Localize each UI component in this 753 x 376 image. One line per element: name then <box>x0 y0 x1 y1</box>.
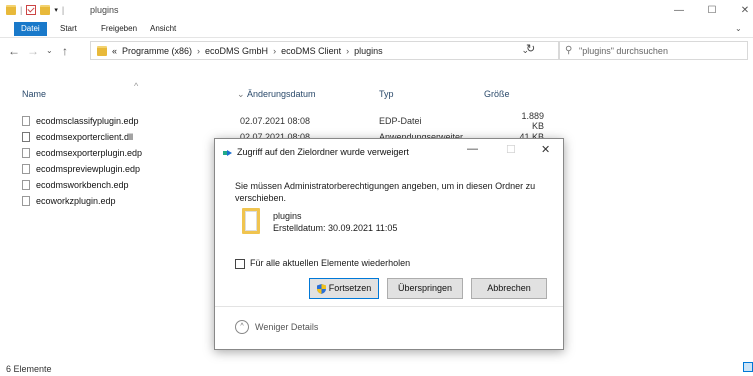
breadcrumb[interactable]: « Programme (x86) › ecoDMS GmbH › ecoDMS… <box>90 41 560 60</box>
new-folder-icon[interactable] <box>40 5 51 15</box>
folder-icon <box>242 208 260 234</box>
dialog-message: Sie müssen Administratorberechtigungen a… <box>235 181 536 203</box>
search-placeholder: "plugins" durchsuchen <box>579 45 668 56</box>
ribbon-expand-icon[interactable]: ⌄ <box>735 22 742 36</box>
file-name: ecoworkzplugin.edp <box>36 196 116 206</box>
search-icon: ⚲ <box>565 45 573 56</box>
breadcrumb-ecodms-gmbh[interactable]: ecoDMS GmbH <box>205 46 268 56</box>
file-icon <box>22 116 30 126</box>
file-name: ecodmsexporterclient.dll <box>36 132 134 142</box>
title-bar: | ▾ | plugins — ☐ ✕ <box>0 0 753 22</box>
column-size[interactable]: Größe <box>484 89 510 99</box>
recent-locations-button[interactable]: ⌄ <box>46 46 53 55</box>
tab-datei[interactable]: Datei <box>14 22 47 36</box>
repeat-checkbox[interactable] <box>235 259 245 269</box>
file-name: ecodmspreviewplugin.edp <box>36 164 141 174</box>
properties-icon[interactable] <box>26 5 37 15</box>
breadcrumb-plugins[interactable]: plugins <box>354 46 383 56</box>
dialog-close-button[interactable]: ✕ <box>541 143 550 156</box>
folder-icon <box>6 5 16 15</box>
close-button[interactable]: ✕ <box>730 2 753 20</box>
uac-shield-icon <box>316 283 326 294</box>
details-view-icon[interactable] <box>743 362 753 372</box>
address-bar-row: ← → ⌄ ↑ « Programme (x86) › ecoDMS GmbH … <box>0 37 753 64</box>
chevron-right-icon[interactable]: › <box>197 46 200 56</box>
continue-button[interactable]: Fortsetzen <box>309 278 379 299</box>
window-title: plugins <box>90 5 119 15</box>
file-size: 1.889 KB <box>521 111 544 131</box>
file-icon <box>22 148 30 158</box>
view-toggle[interactable] <box>743 362 753 372</box>
file-date: 02.07.2021 08:08 <box>240 116 311 126</box>
move-icon <box>223 150 232 156</box>
list-item[interactable]: ecodmsclassifyplugin.edp 02.07.2021 08:0… <box>22 111 582 131</box>
chevron-up-icon[interactable]: ^ <box>235 320 249 334</box>
back-button[interactable]: ← <box>8 44 20 58</box>
maximize-button[interactable]: ☐ <box>697 2 727 20</box>
up-button[interactable]: ↑ <box>62 44 68 58</box>
minimize-button[interactable]: — <box>664 2 694 20</box>
access-denied-dialog: Zugriff auf den Zielordner wurde verweig… <box>214 138 564 350</box>
divider <box>215 306 563 307</box>
dll-file-icon <box>22 132 30 142</box>
column-type[interactable]: Typ <box>379 89 394 99</box>
target-folder-name: plugins <box>273 211 302 221</box>
chevron-right-icon[interactable]: › <box>346 46 349 56</box>
forward-button[interactable]: → <box>27 44 39 58</box>
folder-icon <box>97 45 107 56</box>
column-header-row: Name ^ ⌄ Änderungsdatum Typ Größe <box>0 81 753 105</box>
file-icon <box>22 196 30 206</box>
fewer-details-link[interactable]: Weniger Details <box>255 322 318 332</box>
file-icon <box>22 180 30 190</box>
ribbon-tabs: Datei Start Freigeben Ansicht ⌄ <box>0 22 753 36</box>
quick-access-toolbar: | ▾ | <box>6 5 64 15</box>
target-folder-date: Erstelldatum: 30.09.2021 11:05 <box>273 223 398 233</box>
file-name: ecodmsclassifyplugin.edp <box>36 116 139 126</box>
cancel-button[interactable]: Abbrechen <box>471 278 547 299</box>
dialog-title: Zugriff auf den Zielordner wurde verweig… <box>237 147 409 157</box>
tab-start[interactable]: Start <box>60 22 77 36</box>
tab-freigeben[interactable]: Freigeben <box>101 22 137 36</box>
file-name: ecodmsexporterplugin.edp <box>36 148 143 158</box>
column-name[interactable]: Name <box>22 89 46 99</box>
repeat-label[interactable]: Für alle aktuellen Elemente wiederholen <box>250 258 410 268</box>
breadcrumb-programme[interactable]: Programme (x86) <box>122 46 192 56</box>
continue-label: Fortsetzen <box>328 283 372 293</box>
tab-ansicht[interactable]: Ansicht <box>150 22 176 36</box>
sort-arrow-icon: ^ <box>134 81 139 91</box>
column-date[interactable]: Änderungsdatum <box>247 89 316 99</box>
dialog-minimize-button[interactable]: — <box>467 143 478 155</box>
search-input[interactable]: ⚲ "plugins" durchsuchen <box>558 41 748 60</box>
chevron-right-icon[interactable]: › <box>273 46 276 56</box>
dialog-maximize-button[interactable]: ☐ <box>506 143 516 156</box>
breadcrumb-ecodms-client[interactable]: ecoDMS Client <box>281 46 341 56</box>
file-name: ecodmsworkbench.edp <box>36 180 129 190</box>
skip-button[interactable]: Überspringen <box>387 278 463 299</box>
file-type: EDP-Datei <box>379 116 422 126</box>
breadcrumb-overflow[interactable]: « <box>112 46 117 56</box>
status-item-count: 6 Elemente <box>6 364 52 374</box>
file-icon <box>22 164 30 174</box>
chevron-down-icon[interactable]: ⌄ <box>237 89 245 100</box>
customize-toolbar-icon[interactable]: ▾ <box>54 6 58 14</box>
refresh-icon[interactable]: ↻ <box>526 42 535 55</box>
